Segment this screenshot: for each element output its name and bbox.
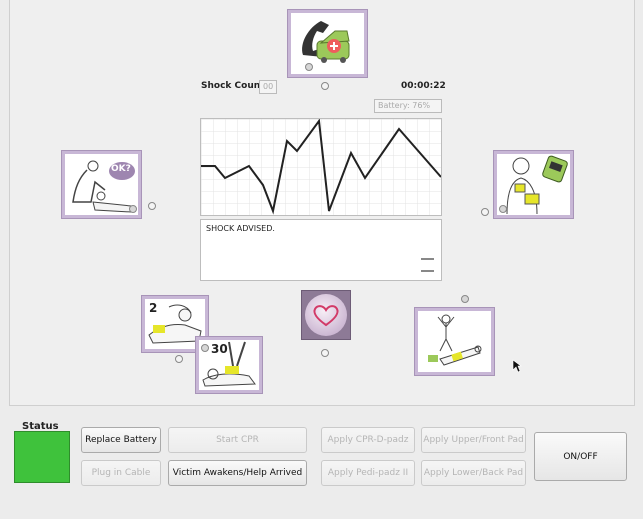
step-indicator-light: [461, 295, 469, 303]
shock-button[interactable]: [301, 290, 351, 340]
apply-lower-back-pad-button[interactable]: Apply Lower/Back Pad: [421, 460, 526, 486]
step-indicator-light: [201, 344, 209, 352]
step-indicator-light: [481, 208, 489, 216]
ecg-display: [200, 118, 442, 216]
step-indicator-light: [175, 355, 183, 363]
call-ambulance-icon: [302, 21, 350, 63]
step-indicator-light: [499, 205, 507, 213]
replace-battery-button[interactable]: Replace Battery: [81, 427, 161, 453]
status-indicator: [14, 431, 70, 483]
step-check-responsiveness[interactable]: OK?: [62, 151, 141, 218]
step-indicator-light: [321, 82, 329, 90]
victim-awakens-button[interactable]: Victim Awakens/Help Arrived: [168, 460, 307, 486]
attach-pads-icon: [428, 314, 482, 366]
shock-count-label: Shock Count:: [201, 81, 269, 91]
apply-upper-front-pad-button[interactable]: Apply Upper/Front Pad: [421, 427, 526, 453]
breaths-count: 2: [149, 301, 158, 315]
step-indicator-light: [129, 205, 137, 213]
on-off-button[interactable]: ON/OFF: [534, 432, 627, 481]
open-aed-icon: [506, 155, 568, 215]
step-indicator-light: [321, 349, 329, 357]
battery-indicator: Battery: 76%: [374, 99, 442, 113]
step-open-aed[interactable]: [494, 151, 573, 218]
plug-in-cable-button[interactable]: Plug in Cable: [81, 460, 161, 486]
compressions-count: 30: [211, 342, 228, 356]
step-call-ambulance[interactable]: [288, 10, 367, 77]
step-indicator-light: [148, 202, 156, 210]
step-indicator-light: [305, 63, 313, 71]
step-attach-pads[interactable]: [415, 308, 494, 375]
start-cpr-button[interactable]: Start CPR: [168, 427, 307, 453]
ok-bubble-text: OK?: [111, 164, 131, 174]
scroll-indicator: [421, 258, 434, 260]
step-chest-compressions[interactable]: 30: [196, 337, 262, 393]
apply-pedi-padz-button[interactable]: Apply Pedi-padz II: [321, 460, 415, 486]
apply-cpr-d-padz-button[interactable]: Apply CPR-D-padz: [321, 427, 415, 453]
scroll-indicator: [421, 270, 434, 272]
heart-icon: [305, 294, 347, 336]
mouse-cursor-icon: [512, 359, 522, 373]
message-text: SHOCK ADVISED.: [206, 224, 275, 233]
elapsed-timer: 00:00:22: [401, 81, 446, 91]
ecg-waveform: [201, 118, 442, 215]
shock-count-value: 00: [259, 80, 278, 94]
message-display: SHOCK ADVISED.: [200, 219, 442, 281]
